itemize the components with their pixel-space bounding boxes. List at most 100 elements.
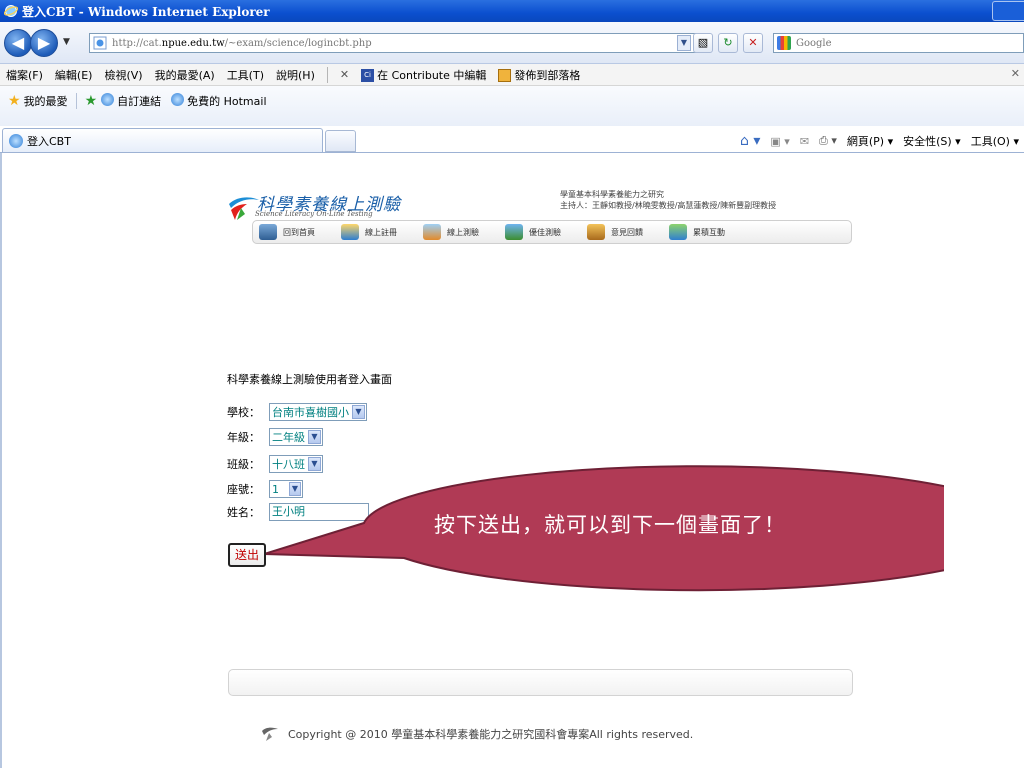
- menu-edit[interactable]: 編輯(E): [49, 67, 99, 83]
- ie-link-icon: [171, 93, 185, 106]
- mail-icon[interactable]: ✉: [795, 135, 814, 148]
- submit-button[interactable]: 送出: [228, 543, 266, 567]
- nav-register[interactable]: 線上註冊: [341, 224, 397, 240]
- copyright: Copyright @ 2010 學童基本科學素養能力之研究國科會專案All r…: [260, 725, 693, 743]
- back-button[interactable]: ◀: [4, 29, 32, 57]
- feedback-icon: [587, 224, 605, 240]
- nav-excellent-label: 優佳測驗: [529, 227, 561, 237]
- favorites-star-icon: ★: [8, 93, 21, 109]
- menu-separator: [326, 66, 328, 83]
- favorites-link-custom[interactable]: 自訂連結: [117, 93, 161, 109]
- school-label: 學校：: [227, 406, 260, 419]
- page-menu[interactable]: 網頁(P) ▾: [842, 133, 898, 149]
- close-toolbar-icon[interactable]: ✕: [334, 68, 355, 81]
- home-page-icon: [259, 224, 277, 240]
- tools-menu[interactable]: 工具(O) ▾: [966, 133, 1024, 149]
- menu-tools[interactable]: 工具(T): [221, 67, 270, 83]
- login-title: 科學素養線上測驗使用者登入畫面: [227, 373, 392, 386]
- new-tab-button[interactable]: [325, 130, 356, 152]
- copyright-text: Copyright @ 2010 學童基本科學素養能力之研究國科會專案All r…: [288, 728, 694, 741]
- contribute-icon: Ci: [361, 69, 375, 82]
- menu-bar: 檔案(F) 編輯(E) 檢視(V) 我的最愛(A) 工具(T) 說明(H) ✕ …: [0, 64, 1024, 86]
- home-icon[interactable]: ⌂ ▾: [735, 133, 765, 149]
- site-logo-subtitle: Science Literacy On-Line Testing: [255, 210, 373, 218]
- favorites-bar: ★ 我的最愛 ★ 自訂連結 免費的 Hotmail: [0, 86, 1024, 126]
- menu-help[interactable]: 說明(H): [270, 67, 321, 83]
- logo-swoosh-icon: [229, 197, 259, 220]
- command-bar: ⌂ ▾ ▣ ▾ ✉ ⎙ ▾ 網頁(P) ▾ 安全性(S) ▾ 工具(O) ▾: [735, 130, 1024, 152]
- excellent-icon: [505, 224, 523, 240]
- feeds-icon[interactable]: ▣ ▾: [765, 135, 794, 148]
- search-placeholder: Google: [796, 37, 832, 49]
- page-content: 科學素養線上測驗 Science Literacy On-Line Testin…: [0, 153, 1024, 768]
- tab-title: 登入CBT: [27, 134, 71, 148]
- window-title: 登入CBT - Windows Internet Explorer: [22, 4, 270, 19]
- add-favorite-icon[interactable]: ★: [85, 93, 98, 109]
- history-dropdown-icon[interactable]: ▼: [63, 37, 70, 47]
- address-input[interactable]: http://cat. npue.edu.tw/~exam/science/log…: [89, 33, 707, 53]
- nav-test[interactable]: 線上測驗: [423, 224, 479, 240]
- window-controls[interactable]: [992, 1, 1024, 21]
- menu-view[interactable]: 檢視(V): [98, 67, 148, 83]
- forward-button[interactable]: ▶: [30, 29, 58, 57]
- compat-view-icon[interactable]: ▧: [693, 33, 713, 53]
- google-icon: [777, 36, 791, 50]
- test-icon: [423, 224, 441, 240]
- grade-label: 年級：: [227, 431, 260, 444]
- chevron-down-icon: ▼: [308, 430, 321, 444]
- publish-icon: [498, 69, 512, 82]
- browser-tab-active[interactable]: 登入CBT: [2, 128, 323, 152]
- publish-blog-label: 發佈到部落格: [514, 68, 581, 82]
- nav-test-label: 線上測驗: [447, 227, 479, 237]
- address-toolbar: ◀ ▶ ▼ http://cat. npue.edu.tw/~exam/scien…: [0, 22, 1024, 64]
- favorites-separator: [75, 93, 77, 109]
- chevron-down-icon: ▼: [352, 405, 365, 419]
- page-icon: [93, 36, 107, 50]
- seat-label: 座號：: [227, 483, 260, 496]
- school-value: 台南市喜樹國小: [272, 406, 349, 419]
- nav-feedback[interactable]: 意見回饋: [587, 224, 643, 240]
- address-dropdown-icon[interactable]: ▼: [677, 35, 691, 51]
- project-investigators: 主持人：王靜如教授/林曉雯教授/高慧蓮教授/陳新豐副理教授: [560, 201, 777, 210]
- url-domain: npue.edu.tw: [161, 37, 225, 49]
- nav-home-label: 回到首頁: [283, 227, 315, 237]
- class-label: 班級：: [227, 458, 260, 471]
- name-label: 姓名：: [227, 506, 260, 519]
- nav-home[interactable]: 回到首頁: [259, 224, 315, 240]
- footer-bar: [228, 669, 853, 696]
- url-prefix: http://cat.: [112, 37, 162, 49]
- contribute-edit-label: 在 Contribute 中編輯: [377, 68, 487, 82]
- site-header: 科學素養線上測驗 Science Literacy On-Line Testin…: [227, 187, 852, 245]
- url-path: /~exam/science/logincbt.php: [224, 37, 372, 49]
- window-title-bar: 登入CBT - Windows Internet Explorer: [0, 0, 1024, 22]
- nav-feedback-label: 意見回饋: [611, 227, 643, 237]
- site-nav: 回到首頁 線上註冊 線上測驗 優佳測驗 意見回饋 累積互動: [252, 220, 852, 244]
- school-select[interactable]: 台南市喜樹國小 ▼: [269, 403, 367, 421]
- safety-menu[interactable]: 安全性(S) ▾: [898, 133, 966, 149]
- ie-link-icon: [101, 93, 115, 106]
- school-row: 學校： 台南市喜樹國小 ▼: [227, 403, 367, 421]
- stop-icon[interactable]: ✕: [743, 33, 763, 53]
- favorites-link-hotmail[interactable]: 免費的 Hotmail: [187, 93, 266, 109]
- search-input[interactable]: Google: [773, 33, 1024, 53]
- register-icon: [341, 224, 359, 240]
- callout-text: 按下送出，就可以到下一個畫面了！: [434, 513, 786, 537]
- refresh-icon[interactable]: ↻: [718, 33, 738, 53]
- contribute-edit-button[interactable]: Ci 在 Contribute 中編輯: [355, 67, 492, 83]
- nav-register-label: 線上註冊: [365, 227, 397, 237]
- publish-blog-button[interactable]: 發佈到部落格: [492, 67, 586, 83]
- nav-excellent[interactable]: 優佳測驗: [505, 224, 561, 240]
- footer-logo-icon: [262, 727, 278, 741]
- menu-close-icon[interactable]: ✕: [1011, 67, 1020, 80]
- menu-favorites[interactable]: 我的最愛(A): [149, 67, 221, 83]
- ie-logo-icon: [4, 5, 18, 17]
- interaction-icon: [669, 224, 687, 240]
- print-icon[interactable]: ⎙ ▾: [814, 134, 842, 148]
- grade-select[interactable]: 二年級 ▼: [269, 428, 323, 446]
- page-menu-label: 網頁(P): [846, 135, 885, 148]
- menu-file[interactable]: 檔案(F): [0, 67, 49, 83]
- safety-menu-label: 安全性(S): [903, 135, 952, 148]
- favorites-button[interactable]: 我的最愛: [24, 93, 68, 109]
- nav-interaction[interactable]: 累積互動: [669, 224, 725, 240]
- tools-menu-label: 工具(O): [970, 135, 1010, 148]
